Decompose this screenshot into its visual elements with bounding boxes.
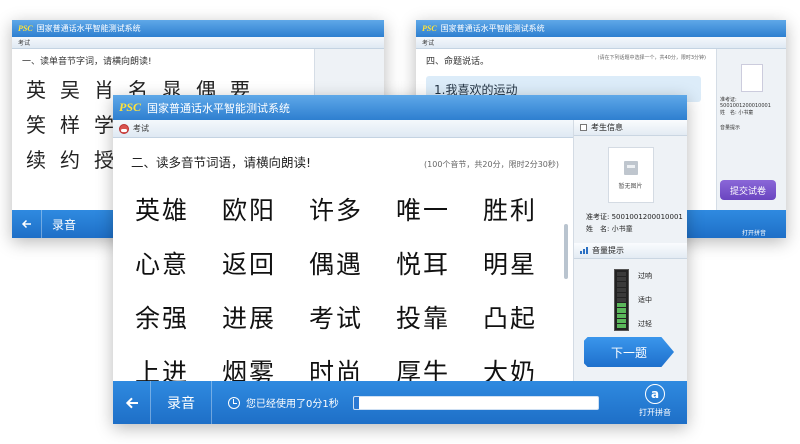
open-pinyin-button[interactable]: a 打开拼音 xyxy=(631,384,679,418)
volume-meter: 过响 适中 过轻 xyxy=(574,265,687,337)
image-icon xyxy=(623,160,638,175)
word-item: 心意 xyxy=(135,250,190,279)
scrollbar[interactable] xyxy=(564,224,568,279)
pinyin-a-icon: a xyxy=(645,384,665,404)
title-bar: PSC 国家普通话水平智能测试系统 xyxy=(113,95,687,120)
arrow-left-icon xyxy=(21,219,31,229)
tab-bar: 考试 xyxy=(416,37,786,49)
char-item: 英 xyxy=(26,78,46,102)
exam-window-multi-syllable: PSC 国家普通话水平智能测试系统 考试 二、读多音节词语，请横向朗读! (10… xyxy=(113,95,687,424)
word-item: 余强 xyxy=(135,304,190,333)
question-area: 二、读多音节词语，请横向朗读! (100个音节，共20分，限时2分30秒) 英雄… xyxy=(113,138,573,381)
submit-exam-button[interactable]: 提交试卷 xyxy=(720,180,776,200)
psc-logo: PSC xyxy=(119,100,142,114)
volume-ok-label: 适中 xyxy=(638,296,652,304)
pinyin-label: 打开拼音 xyxy=(639,408,671,417)
word-item: 时尚 xyxy=(309,358,364,381)
app-title: 国家普通话水平智能测试系统 xyxy=(147,101,291,115)
word-item: 偶遇 xyxy=(309,250,364,279)
char-item: 笑 xyxy=(26,113,46,137)
word-item: 上进 xyxy=(135,358,190,381)
pinyin-label[interactable]: 打开拼音 xyxy=(742,228,766,237)
record-button[interactable]: 录音 xyxy=(151,381,212,424)
word-item: 明星 xyxy=(483,250,538,279)
word-item: 凸起 xyxy=(483,304,538,333)
word-item: 考试 xyxy=(309,304,364,333)
word-item: 投靠 xyxy=(396,304,451,333)
candidate-photo: 暂无图片 xyxy=(607,147,654,203)
candidate-name: 姓 名: 小书童 xyxy=(586,225,633,233)
arrow-left-icon xyxy=(125,397,138,408)
char-item: 样 xyxy=(60,113,80,137)
char-item: 吴 xyxy=(60,78,80,102)
psc-logo: PSC xyxy=(422,24,437,33)
word-item: 唯一 xyxy=(396,196,451,225)
volume-low-label: 过轻 xyxy=(638,320,652,328)
volume-high-label: 过响 xyxy=(638,272,652,280)
word-item: 欧阳 xyxy=(222,196,277,225)
section-note: (100个音节，共20分，限时2分30秒) xyxy=(424,160,559,169)
record-button[interactable]: 录音 xyxy=(42,216,86,233)
char-item: 续 xyxy=(26,148,46,172)
word-item: 烟雾 xyxy=(222,358,277,381)
volume-panel-header: 音量提示 xyxy=(574,243,687,259)
app-title: 国家普通话水平智能测试系统 xyxy=(440,24,545,33)
word-item: 英雄 xyxy=(135,196,190,225)
candidate-panel-header: 考生信息 xyxy=(574,120,687,136)
word-item: 许多 xyxy=(309,196,364,225)
photo-placeholder xyxy=(740,64,763,92)
next-question-button[interactable]: 下一题 xyxy=(584,337,674,367)
word-item: 返回 xyxy=(222,250,277,279)
title-bar: PSC 国家普通话水平智能测试系统 xyxy=(416,20,786,37)
title-bar: PSC 国家普通话水平智能测试系统 xyxy=(12,20,384,37)
sidebar: 考生信息 暂无图片 准考证: 5001001200010001 姓 名: 小书童… xyxy=(573,120,687,381)
question-heading: 二、读多音节词语，请横向朗读! (100个音节，共20分，限时2分30秒) xyxy=(113,138,573,171)
tab-exam[interactable]: 考试 xyxy=(422,38,434,47)
word-item: 厚牛 xyxy=(396,358,451,381)
bottom-bar: 录音 您已经使用了0分1秒 a 打开拼音 xyxy=(113,381,687,424)
tab-exam[interactable]: 考试 xyxy=(133,123,149,134)
progress-fill xyxy=(353,396,359,409)
word-item: 大奶 xyxy=(483,358,538,381)
back-button[interactable] xyxy=(12,210,42,238)
volume-level-bar xyxy=(614,269,629,331)
exam-icon xyxy=(119,123,129,134)
back-button[interactable] xyxy=(113,381,151,424)
section-heading: 四、命题说话。 (请在下列话题中选择一个，共40分，限时3分钟) xyxy=(426,55,706,67)
checkbox-icon xyxy=(580,124,587,131)
recording-progress xyxy=(352,395,599,410)
app-title: 国家普通话水平智能测试系统 xyxy=(36,24,141,33)
ticket-number: 准考证: 5001001200010001 xyxy=(586,213,683,221)
clock-icon xyxy=(228,396,240,409)
word-grid: 英雄 欧阳 许多 唯一 胜利 心意 返回 偶遇 悦耳 明星 余强 进展 考试 投… xyxy=(113,171,573,381)
tab-bar: 考试 xyxy=(113,120,573,138)
section-title: 二、读多音节词语，请横向朗读! xyxy=(131,155,312,170)
word-item: 进展 xyxy=(222,304,277,333)
time-used: 您已经使用了0分1秒 xyxy=(246,399,339,410)
word-item: 胜利 xyxy=(483,196,538,225)
char-item: 约 xyxy=(60,148,80,172)
word-item: 悦耳 xyxy=(396,250,451,279)
psc-logo: PSC xyxy=(18,24,33,33)
tab-bar: 考试 xyxy=(12,37,384,49)
bar-chart-icon xyxy=(580,247,588,254)
tab-exam[interactable]: 考试 xyxy=(18,38,30,47)
